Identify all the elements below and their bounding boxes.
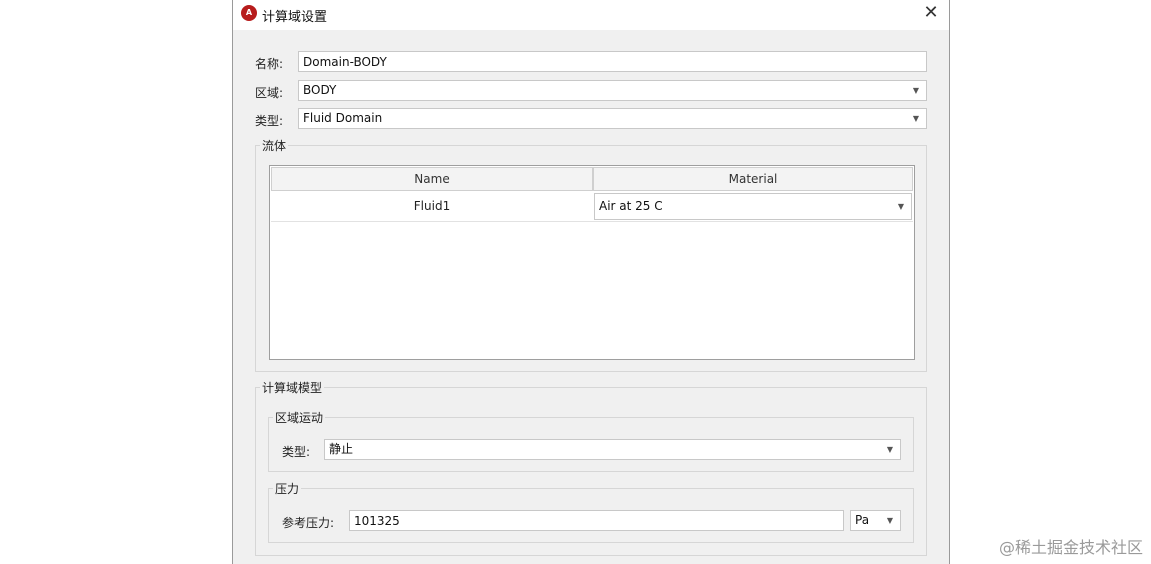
fluid-group-title: 流体 <box>262 139 287 153</box>
type-label: 类型: <box>255 114 284 128</box>
region-motion-title: 区域运动 <box>275 411 324 425</box>
table-row-name-cell[interactable]: Fluid1 <box>271 191 593 221</box>
domain-model-title: 计算域模型 <box>262 381 323 395</box>
motion-type-select[interactable]: 静止 ▼ <box>324 439 901 460</box>
column-header-material[interactable]: Material <box>593 167 913 191</box>
chevron-down-icon: ▼ <box>912 114 920 123</box>
region-select[interactable]: BODY ▼ <box>298 80 927 101</box>
type-select[interactable]: Fluid Domain ▼ <box>298 108 927 129</box>
reference-pressure-label: 参考压力: <box>282 516 335 530</box>
reference-pressure-input[interactable] <box>349 510 844 531</box>
name-input[interactable] <box>298 51 927 72</box>
material-select-value: Air at 25 C <box>599 199 663 213</box>
chevron-down-icon: ▼ <box>912 86 920 95</box>
motion-type-label: 类型: <box>282 445 311 459</box>
app-logo-icon: A <box>241 5 257 21</box>
chevron-down-icon: ▼ <box>886 445 894 454</box>
title-bar: A 计算域设置 ✕ <box>233 0 949 30</box>
pressure-unit-select[interactable]: Pa ▼ <box>850 510 901 531</box>
type-select-value: Fluid Domain <box>303 111 383 125</box>
region-label: 区域: <box>255 86 284 100</box>
close-icon[interactable]: ✕ <box>919 2 943 26</box>
column-header-name[interactable]: Name <box>271 167 593 191</box>
chevron-down-icon: ▼ <box>886 516 894 525</box>
row-divider <box>271 221 913 222</box>
motion-type-value: 静止 <box>329 442 354 456</box>
name-label: 名称: <box>255 57 284 71</box>
watermark: @稀土掘金技术社区 <box>998 538 1143 557</box>
dialog-title: 计算域设置 <box>262 10 328 25</box>
material-select[interactable]: Air at 25 C ▼ <box>594 193 912 220</box>
domain-settings-dialog: A 计算域设置 ✕ 名称: 区域: BODY ▼ 类型: Fluid Domai… <box>232 0 950 564</box>
region-select-value: BODY <box>303 83 337 97</box>
chevron-down-icon: ▼ <box>897 202 905 211</box>
pressure-group-title: 压力 <box>275 482 300 496</box>
pressure-unit-value: Pa <box>855 513 870 527</box>
fluid-table: Name Material Fluid1 Air at 25 C ▼ <box>269 165 915 360</box>
